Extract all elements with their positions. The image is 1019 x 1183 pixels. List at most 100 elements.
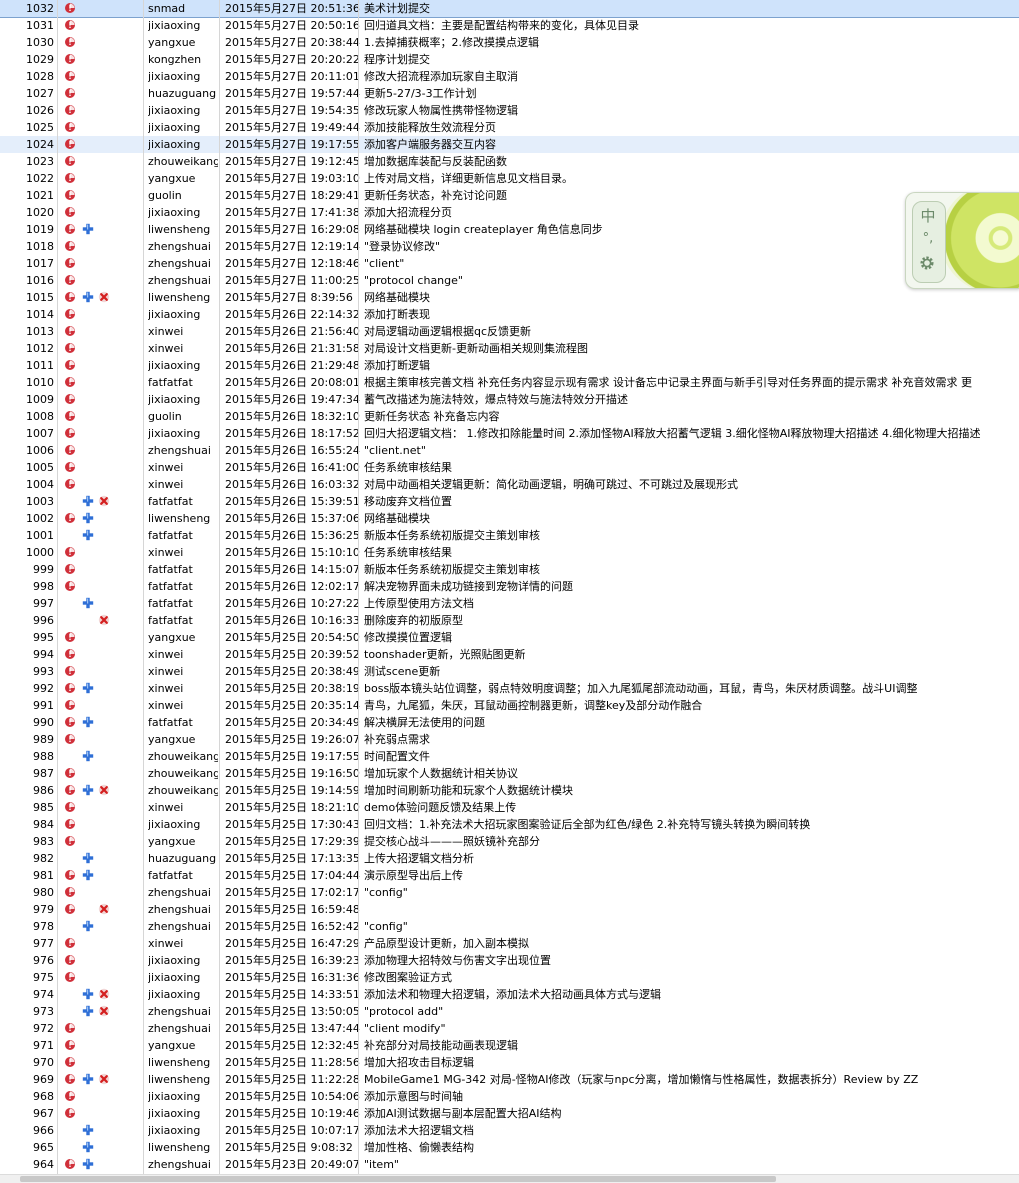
table-row[interactable]: 979 zhengshuai 2015年5月25日 16:59:48 (0, 901, 1019, 918)
author-cell: liwensheng (148, 512, 211, 525)
table-row[interactable]: 1011 jixiaoxing 2015年5月26日 21:29:48 添加打断逻辑 (0, 357, 1019, 374)
table-row[interactable]: 1018 zhengshuai 2015年5月27日 12:19:14 "登录协议修改… (0, 238, 1019, 255)
table-row[interactable]: 965 liwensheng 2015年5月25日 9:08:32 增加性格、偷懒表结… (0, 1139, 1019, 1156)
table-row[interactable]: 1013 xinwei 2015年5月26日 21:56:40 对局逻辑动画逻辑根据q… (0, 323, 1019, 340)
table-row[interactable]: 1019 liwensheng 2015年5月27日 16:29:08 网络基础模块 … (0, 221, 1019, 238)
revision-cell: 968 (33, 1090, 54, 1103)
table-row[interactable]: 987 zhouweikang 2015年5月25日 19:16:50 增加玩家个人数… (0, 765, 1019, 782)
table-row[interactable]: 1001 fatfatfat 2015年5月26日 15:36:25 新版本任务系统初… (0, 527, 1019, 544)
table-row[interactable]: 1022 yangxue 2015年5月27日 19:03:10 上传对局文档，详细更… (0, 170, 1019, 187)
table-row[interactable]: 1032 snmad 2015年5月27日 20:51:36 美术计划提交 (0, 0, 1019, 18)
table-row[interactable]: 1021 guolin 2015年5月27日 18:29:41 更新任务状态，补充讨论… (0, 187, 1019, 204)
ime-punctuation-button[interactable]: °, (915, 231, 941, 246)
date-cell: 2015年5月27日 12:18:46 (225, 257, 360, 270)
table-row[interactable]: 990 fatfatfat 2015年5月25日 20:34:49 解决横屏无法使用的… (0, 714, 1019, 731)
table-row[interactable]: 1030 yangxue 2015年5月27日 20:38:44 1.去掉捕获概率；2… (0, 34, 1019, 51)
table-row[interactable]: 1010 fatfatfat 2015年5月26日 20:08:01 根据主策审核完善… (0, 374, 1019, 391)
table-row[interactable]: 994 xinwei 2015年5月25日 20:39:52 toonshader更新… (0, 646, 1019, 663)
ime-floating-toolbar[interactable]: 中 °, (905, 192, 1019, 289)
table-row[interactable]: 1008 guolin 2015年5月26日 18:32:10 更新任务状态 补充备忘… (0, 408, 1019, 425)
actions-cell (62, 204, 142, 221)
table-row[interactable]: 977 xinwei 2015年5月25日 16:47:29 产品原型设计更新，加入副… (0, 935, 1019, 952)
table-row[interactable]: 976 jixiaoxing 2015年5月25日 16:39:23 添加物理大招特效… (0, 952, 1019, 969)
table-row[interactable]: 997 fatfatfat 2015年5月26日 10:27:22 上传原型使用方法文… (0, 595, 1019, 612)
scrollbar-thumb[interactable] (20, 1176, 776, 1182)
table-row[interactable]: 966 jixiaoxing 2015年5月25日 10:07:17 添加法术大招逻辑… (0, 1122, 1019, 1139)
table-row[interactable]: 967 jixiaoxing 2015年5月25日 10:19:46 添加AI测试数据… (0, 1105, 1019, 1122)
actions-cell (62, 833, 142, 850)
author-cell: yangxue (148, 733, 196, 746)
table-row[interactable]: 964 zhengshuai 2015年5月23日 20:49:07 "item" (0, 1156, 1019, 1173)
revision-cell: 995 (33, 631, 54, 644)
table-row[interactable]: 1012 xinwei 2015年5月26日 21:31:58 对局设计文档更新-更新… (0, 340, 1019, 357)
table-row[interactable]: 1003 fatfatfat 2015年5月26日 15:39:51 移动废弃文档位置 (0, 493, 1019, 510)
table-row[interactable]: 1017 zhengshuai 2015年5月27日 12:18:46 "client… (0, 255, 1019, 272)
table-row[interactable]: 986 zhouweikang 2015年5月25日 19:14:59 增加时间刷新功… (0, 782, 1019, 799)
revision-cell: 1031 (26, 19, 54, 32)
table-row[interactable]: 992 xinwei 2015年5月25日 20:38:19 boss版本镜头站位调整… (0, 680, 1019, 697)
message-cell: 添加示意图与时间轴 (364, 1090, 463, 1103)
red-circle-icon (64, 138, 76, 150)
table-row[interactable]: 974 jixiaoxing 2015年5月25日 14:33:51 添加法术和物理大… (0, 986, 1019, 1003)
revision-cell: 1023 (26, 155, 54, 168)
table-row[interactable]: 1009 jixiaoxing 2015年5月26日 19:47:34 蓄气改描述为施… (0, 391, 1019, 408)
table-row[interactable]: 988 zhouweikang 2015年5月25日 19:17:55 时间配置文件 (0, 748, 1019, 765)
table-row[interactable]: 982 huazuguang 2015年5月25日 17:13:35 上传大招逻辑文档… (0, 850, 1019, 867)
table-row[interactable]: 1007 jixiaoxing 2015年5月26日 18:17:52 回归大招逻辑文… (0, 425, 1019, 442)
revision-cell: 966 (33, 1124, 54, 1137)
table-row[interactable]: 995 yangxue 2015年5月25日 20:54:50 修改摸摸位置逻辑 (0, 629, 1019, 646)
table-row[interactable]: 971 yangxue 2015年5月25日 12:32:45 补充部分对局技能动画表… (0, 1037, 1019, 1054)
table-row[interactable]: 1024 jixiaoxing 2015年5月27日 19:17:55 添加客户端服务… (0, 136, 1019, 153)
table-row[interactable]: 1014 jixiaoxing 2015年5月26日 22:14:32 添加打断表现 (0, 306, 1019, 323)
ime-mode-button[interactable]: 中 (915, 205, 941, 226)
table-row[interactable]: 1005 xinwei 2015年5月26日 16:41:00 任务系统审核结果 (0, 459, 1019, 476)
table-row[interactable]: 983 yangxue 2015年5月25日 17:29:39 提交核心战斗———照妖… (0, 833, 1019, 850)
table-row[interactable]: 993 xinwei 2015年5月25日 20:38:49 测试scene更新 (0, 663, 1019, 680)
table-row[interactable]: 969 liwensheng 2015年5月25日 11:22:28 MobileGa… (0, 1071, 1019, 1088)
red-circle-icon (64, 1039, 76, 1051)
actions-cell (62, 1122, 142, 1139)
table-row[interactable]: 978 zhengshuai 2015年5月25日 16:52:42 "config" (0, 918, 1019, 935)
table-row[interactable]: 973 zhengshuai 2015年5月25日 13:50:05 "protoco… (0, 1003, 1019, 1020)
table-row[interactable]: 1029 kongzhen 2015年5月27日 20:20:22 程序计划提交 (0, 51, 1019, 68)
table-row[interactable]: 970 liwensheng 2015年5月25日 11:28:56 增加大招攻击目标… (0, 1054, 1019, 1071)
red-circle-icon (64, 1158, 76, 1170)
table-row[interactable]: 1027 huazuguang 2015年5月27日 19:57:44 更新5-27/… (0, 85, 1019, 102)
table-row[interactable]: 968 jixiaoxing 2015年5月25日 10:54:06 添加示意图与时间… (0, 1088, 1019, 1105)
table-row[interactable]: 1004 xinwei 2015年5月26日 16:03:32 对局中动画相关逻辑更新… (0, 476, 1019, 493)
table-row[interactable]: 1025 jixiaoxing 2015年5月27日 19:49:44 添加技能释放生… (0, 119, 1019, 136)
author-cell: kongzhen (148, 53, 202, 66)
table-row[interactable]: 1015 liwensheng 2015年5月27日 8:39:56 网络基础模块 (0, 289, 1019, 306)
table-row[interactable]: 972 zhengshuai 2015年5月25日 13:47:44 "client … (0, 1020, 1019, 1037)
table-row[interactable]: 1000 xinwei 2015年5月26日 15:10:10 任务系统审核结果 (0, 544, 1019, 561)
author-cell: xinwei (148, 937, 184, 950)
table-row[interactable]: 980 zhengshuai 2015年5月25日 17:02:17 "config" (0, 884, 1019, 901)
table-row[interactable]: 1026 jixiaoxing 2015年5月27日 19:54:35 修改玩家人物属… (0, 102, 1019, 119)
table-row[interactable]: 1016 zhengshuai 2015年5月27日 11:00:25 "protoc… (0, 272, 1019, 289)
table-row[interactable]: 1031 jixiaoxing 2015年5月27日 20:50:16 回归道具文档：… (0, 17, 1019, 34)
table-row[interactable]: 1023 zhouweikang 2015年5月27日 19:12:45 增加数据库装… (0, 153, 1019, 170)
table-row[interactable]: 1020 jixiaoxing 2015年5月27日 17:41:38 添加大招流程分… (0, 204, 1019, 221)
author-cell: yangxue (148, 835, 196, 848)
table-row[interactable]: 989 yangxue 2015年5月25日 19:26:07 补充弱点需求 (0, 731, 1019, 748)
gear-icon[interactable] (919, 255, 935, 274)
table-row[interactable]: 998 fatfatfat 2015年5月26日 12:02:17 解决宠物界面未成功… (0, 578, 1019, 595)
table-row[interactable]: 981 fatfatfat 2015年5月25日 17:04:44 演示原型导出后上传 (0, 867, 1019, 884)
table-row[interactable]: 985 xinwei 2015年5月25日 18:21:10 demo体验问题反馈及结… (0, 799, 1019, 816)
actions-cell (62, 102, 142, 119)
table-row[interactable]: 975 jixiaoxing 2015年5月25日 16:31:36 修改图案验证方式 (0, 969, 1019, 986)
table-row[interactable]: 991 xinwei 2015年5月25日 20:35:14 青鸟，九尾狐，朱厌，耳鼠… (0, 697, 1019, 714)
table-row[interactable]: 1028 jixiaoxing 2015年5月27日 20:11:01 修改大招流程添… (0, 68, 1019, 85)
table-row[interactable]: 996 fatfatfat 2015年5月26日 10:16:33 删除废弃的初版原型 (0, 612, 1019, 629)
table-row[interactable]: 999 fatfatfat 2015年5月26日 14:15:07 新版本任务系统初版… (0, 561, 1019, 578)
table-row[interactable]: 1006 zhengshuai 2015年5月26日 16:55:24 "client… (0, 442, 1019, 459)
message-cell: 对局设计文档更新-更新动画相关规则集流程图 (364, 342, 588, 355)
date-cell: 2015年5月26日 16:41:00 (225, 461, 360, 474)
revision-cell: 981 (33, 869, 54, 882)
author-cell: zhengshuai (148, 240, 211, 253)
table-row[interactable]: 984 jixiaoxing 2015年5月25日 17:30:43 回归文档：1.补… (0, 816, 1019, 833)
red-circle-icon (64, 104, 76, 116)
author-cell: xinwei (148, 665, 184, 678)
revision-cell: 1028 (26, 70, 54, 83)
table-row[interactable]: 1002 liwensheng 2015年5月26日 15:37:06 网络基础模块 (0, 510, 1019, 527)
